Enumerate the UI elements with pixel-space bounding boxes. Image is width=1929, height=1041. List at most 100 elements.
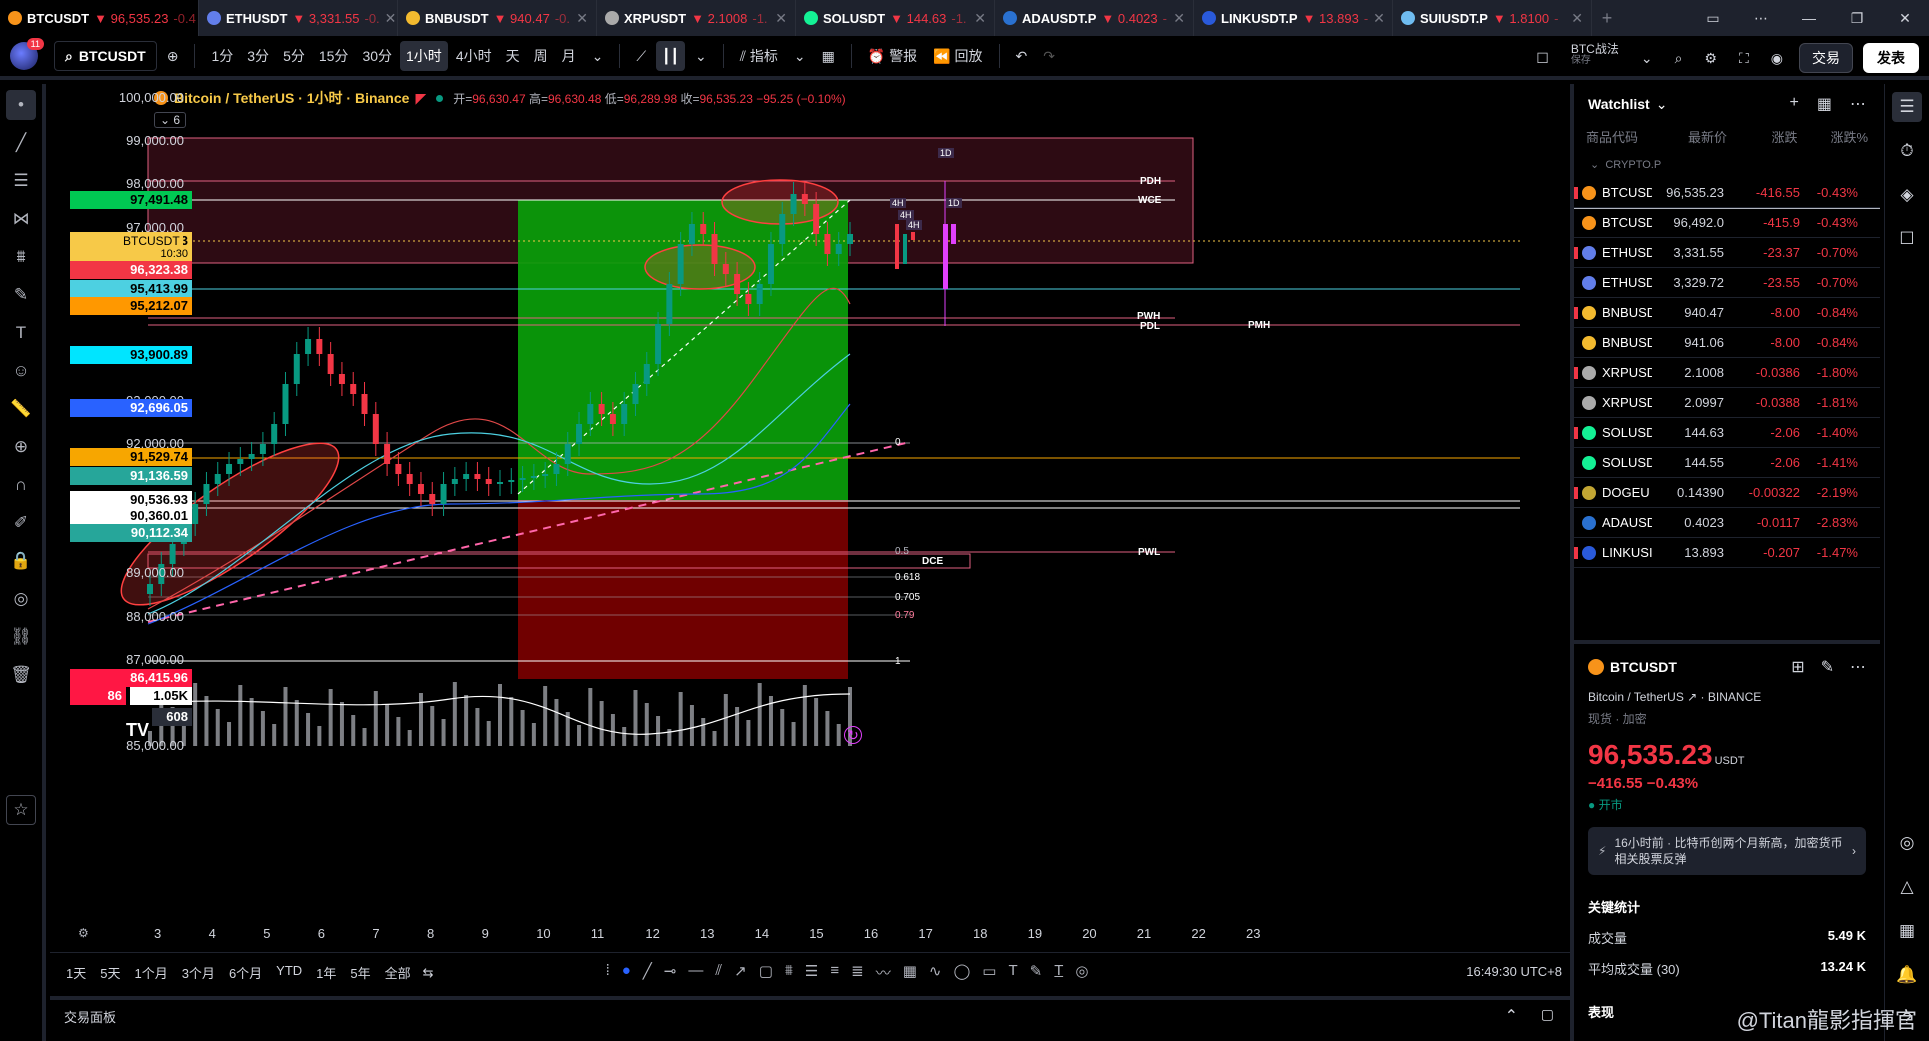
rect-tool-icon[interactable]: ▢ [759,962,773,983]
interval-dropdown-icon[interactable]: ⌄ [586,41,610,71]
interval-3[interactable]: 15分 [313,41,355,71]
range-button-6[interactable]: 1年 [316,963,336,982]
add-symbol-icon[interactable]: + [1790,94,1799,114]
trading-panel-button[interactable]: 交易面板 [64,1007,116,1026]
chat-icon[interactable]: ☐ [1892,224,1922,254]
range-button-4[interactable]: 6个月 [229,963,262,982]
watchlist-row[interactable]: XRPUSD 2.0997 -0.0388 -1.81% [1574,388,1880,418]
col-change[interactable]: 涨跌 [1727,127,1797,146]
more-icon[interactable]: ⋯ [1737,0,1785,36]
layers-icon[interactable]: ◈ [1892,180,1922,210]
tab-btcusdt[interactable]: BTCUSDT ▼ 96,535.23 -0.4 ✕ [0,0,199,36]
grid-tool-icon[interactable]: ▦ [903,962,917,983]
layout-square-icon[interactable]: ☐ [1530,43,1555,73]
favorites-star-icon[interactable]: ☆ [6,795,36,825]
candle-chart-icon[interactable]: ┃┃ [656,41,686,71]
undo-icon[interactable]: ↶ [1010,41,1034,71]
text-tool-icon[interactable]: T [1008,962,1017,983]
fullscreen-icon[interactable]: ⛶ [1733,43,1755,73]
hline-tool-icon[interactable]: ⊸ [664,962,677,983]
publish-button[interactable]: 发表 [1863,43,1919,73]
replay-button[interactable]: ⏪ 回放 [927,41,988,71]
flag-icon[interactable] [1574,366,1578,379]
parallel-tool-icon[interactable]: ≡ [830,962,839,983]
tab-ethusdt[interactable]: ETHUSDT ▼ 3,331.55 -0. ✕ [199,0,398,36]
trendline-icon[interactable]: ╱ [6,128,36,158]
tab-adausdt-p[interactable]: ADAUSDT.P ▼ 0.4023 - ✕ [995,0,1194,36]
watchlist-row[interactable]: BNBUSD 941.06 -8.00 -0.84% [1574,328,1880,358]
tab-bnbusdt[interactable]: BNBUSDT ▼ 940.47 -0. ✕ [398,0,597,36]
chart-type-dropdown-icon[interactable]: ⌄ [689,41,713,71]
indicators-button[interactable]: ⫽ 指标 [734,41,784,71]
target-tool-icon[interactable]: ◎ [1075,962,1088,983]
avatar[interactable]: 11 [10,38,44,70]
lock-icon[interactable]: 🔒 [6,546,36,576]
compass-icon[interactable]: ◎ [1892,828,1922,858]
zoom-icon[interactable]: ⊕ [6,432,36,462]
flag-icon[interactable] [1574,246,1578,259]
compare-icon[interactable]: ⊕ [161,41,185,71]
tab-xrpusdt[interactable]: XRPUSDT ▼ 2.1008 -1. ✕ [597,0,796,36]
interval-0[interactable]: 1分 [205,41,239,71]
news-item[interactable]: ⚡ 16小时前 · 比特币创两个月新高，加密货币相关股票反弹 › [1588,827,1866,875]
flag-icon[interactable] [1574,546,1578,559]
list-tool-icon[interactable]: ☰ [805,962,818,983]
notifications-icon[interactable]: 🔔 [1892,960,1922,990]
close-tab-icon[interactable]: ✕ [1571,10,1583,27]
close-tab-icon[interactable]: ✕ [385,10,397,27]
watchlist-row[interactable]: XRPUSD 2.1008 -0.0386 -1.80% [1574,358,1880,388]
pattern-icon[interactable]: ⋈ [6,204,36,234]
watchlist-row[interactable]: BNBUSD 940.47 -8.00 -0.84% [1574,298,1880,328]
maximize-icon[interactable]: ▢ [1541,1006,1554,1023]
col-change-pct[interactable]: 涨跌% [1798,127,1868,146]
magnet-icon[interactable]: ∩ [6,470,36,500]
levels-tool-icon[interactable]: ≣ [851,962,864,983]
close-icon[interactable]: ✕ [1881,0,1929,36]
chevron-down-icon[interactable]: ⌄ [1656,96,1668,113]
chart-clock[interactable]: 16:49:30 UTC+8 [1466,964,1562,979]
watchlist-row[interactable]: BTCUSD 96,535.23 -416.55 -0.43% [1574,178,1880,209]
col-symbol[interactable]: 商品代码 [1586,127,1657,146]
watchlist-row[interactable]: ETHUSD 3,331.55 -23.37 -0.70% [1574,238,1880,268]
pen-tool-icon[interactable]: ✎ [1030,962,1043,983]
collapse-icon[interactable]: ⌃ [1505,1006,1518,1026]
strategy-dropdown-icon[interactable]: ⌄ [1635,43,1659,73]
new-tab-button[interactable]: + [1592,8,1622,29]
flag-icon[interactable]: ◤ [415,90,426,107]
indicators-toggle[interactable]: ⌄ 6 [154,112,187,128]
layout-icon[interactable]: ▭ [1689,0,1737,36]
grid-icon[interactable]: ⊞ [1791,657,1804,677]
watchlist-row[interactable]: ETHUSD 3,329.72 -23.55 -0.70% [1574,268,1880,298]
tab-suiusdt-p[interactable]: SUIUSDT.P ▼ 1.8100 - ✕ [1393,0,1592,36]
wave-tool-icon[interactable]: 〰 [876,962,891,983]
interval-5[interactable]: 1小时 [400,41,448,71]
dot-icon[interactable]: ● [622,962,631,983]
camera-icon[interactable]: ◉ [1765,43,1789,73]
trash-icon[interactable]: 🗑 [6,660,36,690]
ray-tool-icon[interactable]: — [688,962,703,983]
edit-icon[interactable]: ✎ [1821,657,1834,677]
cursor-icon[interactable]: • [6,90,36,120]
chart-area[interactable]: PDH WCE PWH PDL PMH PWL DCE 0 0.5 0.618 … [50,84,1570,920]
range-button-1[interactable]: 5天 [100,963,120,982]
flag-icon[interactable] [1574,426,1578,439]
line-chart-icon[interactable]: ⟋ [630,41,652,71]
watchlist-group[interactable]: ⌄ CRYPTO.P [1574,148,1880,178]
detail-symbol[interactable]: BTCUSDT [1610,659,1677,675]
quick-search-icon[interactable]: ⌕ [1669,43,1689,73]
text-icon[interactable]: T [6,318,36,348]
close-tab-icon[interactable]: ✕ [1373,10,1385,27]
flag-icon[interactable] [1574,306,1578,319]
watchlist-title[interactable]: Watchlist [1588,96,1650,112]
lock-drawing-icon[interactable]: ✐ [6,508,36,538]
watchlist-row[interactable]: SOLUSD 144.63 -2.06 -1.40% [1574,418,1880,448]
watchlist-icon[interactable]: ☰ [1892,92,1922,122]
tab-linkusdt-p[interactable]: LINKUSDT.P ▼ 13.893 - ✕ [1194,0,1393,36]
interval-1[interactable]: 3分 [241,41,275,71]
detail-exchange[interactable]: BINANCE [1708,690,1761,704]
alert-button[interactable]: ⏰ 警报 [862,41,923,71]
eye-icon[interactable]: ◎ [6,584,36,614]
range-button-5[interactable]: YTD [276,963,302,982]
axis-settings-icon[interactable]: ⚙ [78,926,89,940]
fib-icon[interactable]: ⩩ [6,242,36,272]
